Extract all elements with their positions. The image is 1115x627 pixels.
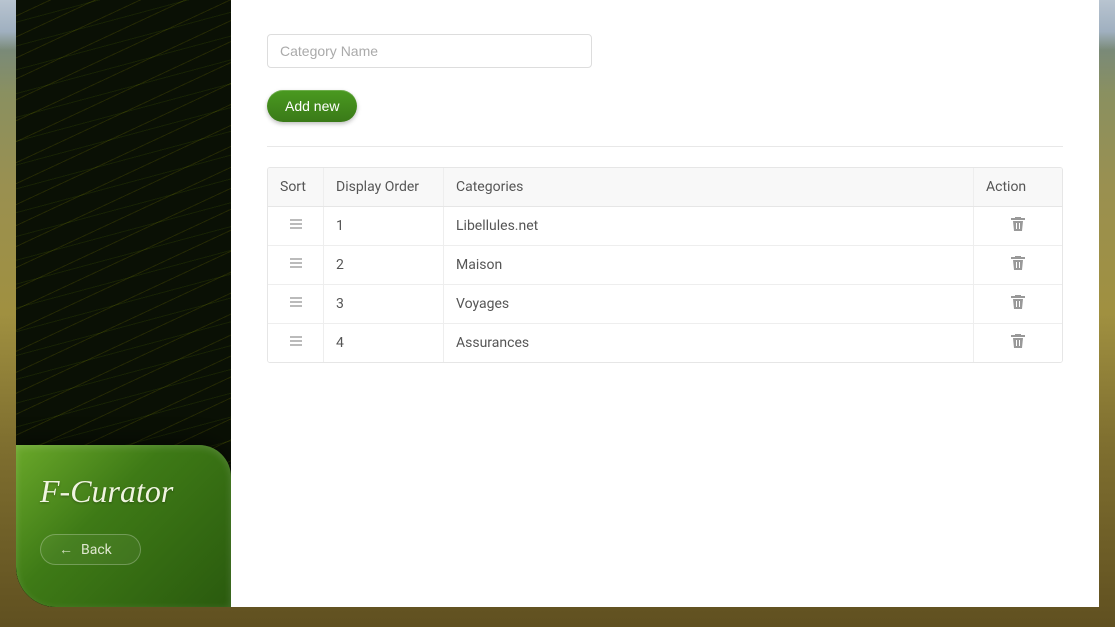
cell-category: Libellules.net [444, 207, 974, 245]
cell-order: 1 [324, 207, 444, 245]
th-categories: Categories [444, 168, 974, 206]
table-row: 3 Voyages [268, 285, 1062, 324]
table-body[interactable]: 1 Libellules.net [268, 207, 1062, 362]
categories-table: Sort Display Order Categories Action 1 L… [267, 167, 1063, 363]
drag-handle-icon[interactable] [288, 216, 304, 232]
arrow-left-icon: ← [59, 541, 73, 558]
app-shell: F-Curator ← Back Add new Sort Display Or… [16, 0, 1099, 607]
th-sort: Sort [268, 168, 324, 206]
back-button-label: Back [81, 542, 112, 558]
sidebar: F-Curator ← Back [16, 0, 231, 607]
cell-order: 2 [324, 246, 444, 284]
category-name-input[interactable] [267, 34, 592, 68]
cell-order: 3 [324, 285, 444, 323]
cell-category: Maison [444, 246, 974, 284]
back-button[interactable]: ← Back [40, 534, 141, 565]
table-row: 1 Libellules.net [268, 207, 1062, 246]
table-header-row: Sort Display Order Categories Action [268, 168, 1062, 207]
drag-handle-icon[interactable] [288, 255, 304, 271]
sidebar-panel: F-Curator ← Back [16, 445, 231, 607]
table-row: 2 Maison [268, 246, 1062, 285]
divider [267, 146, 1063, 147]
brand-logo: F-Curator [40, 473, 207, 510]
trash-icon[interactable] [1010, 216, 1026, 232]
drag-handle-icon[interactable] [288, 294, 304, 310]
trash-icon[interactable] [1010, 294, 1026, 310]
main-content: Add new Sort Display Order Categories Ac… [231, 0, 1099, 607]
trash-icon[interactable] [1010, 333, 1026, 349]
cell-category: Voyages [444, 285, 974, 323]
drag-handle-icon[interactable] [288, 333, 304, 349]
cell-category: Assurances [444, 324, 974, 362]
cell-order: 4 [324, 324, 444, 362]
table-row: 4 Assurances [268, 324, 1062, 362]
add-new-button[interactable]: Add new [267, 90, 357, 122]
trash-icon[interactable] [1010, 255, 1026, 271]
th-display-order: Display Order [324, 168, 444, 206]
th-action: Action [974, 168, 1062, 206]
